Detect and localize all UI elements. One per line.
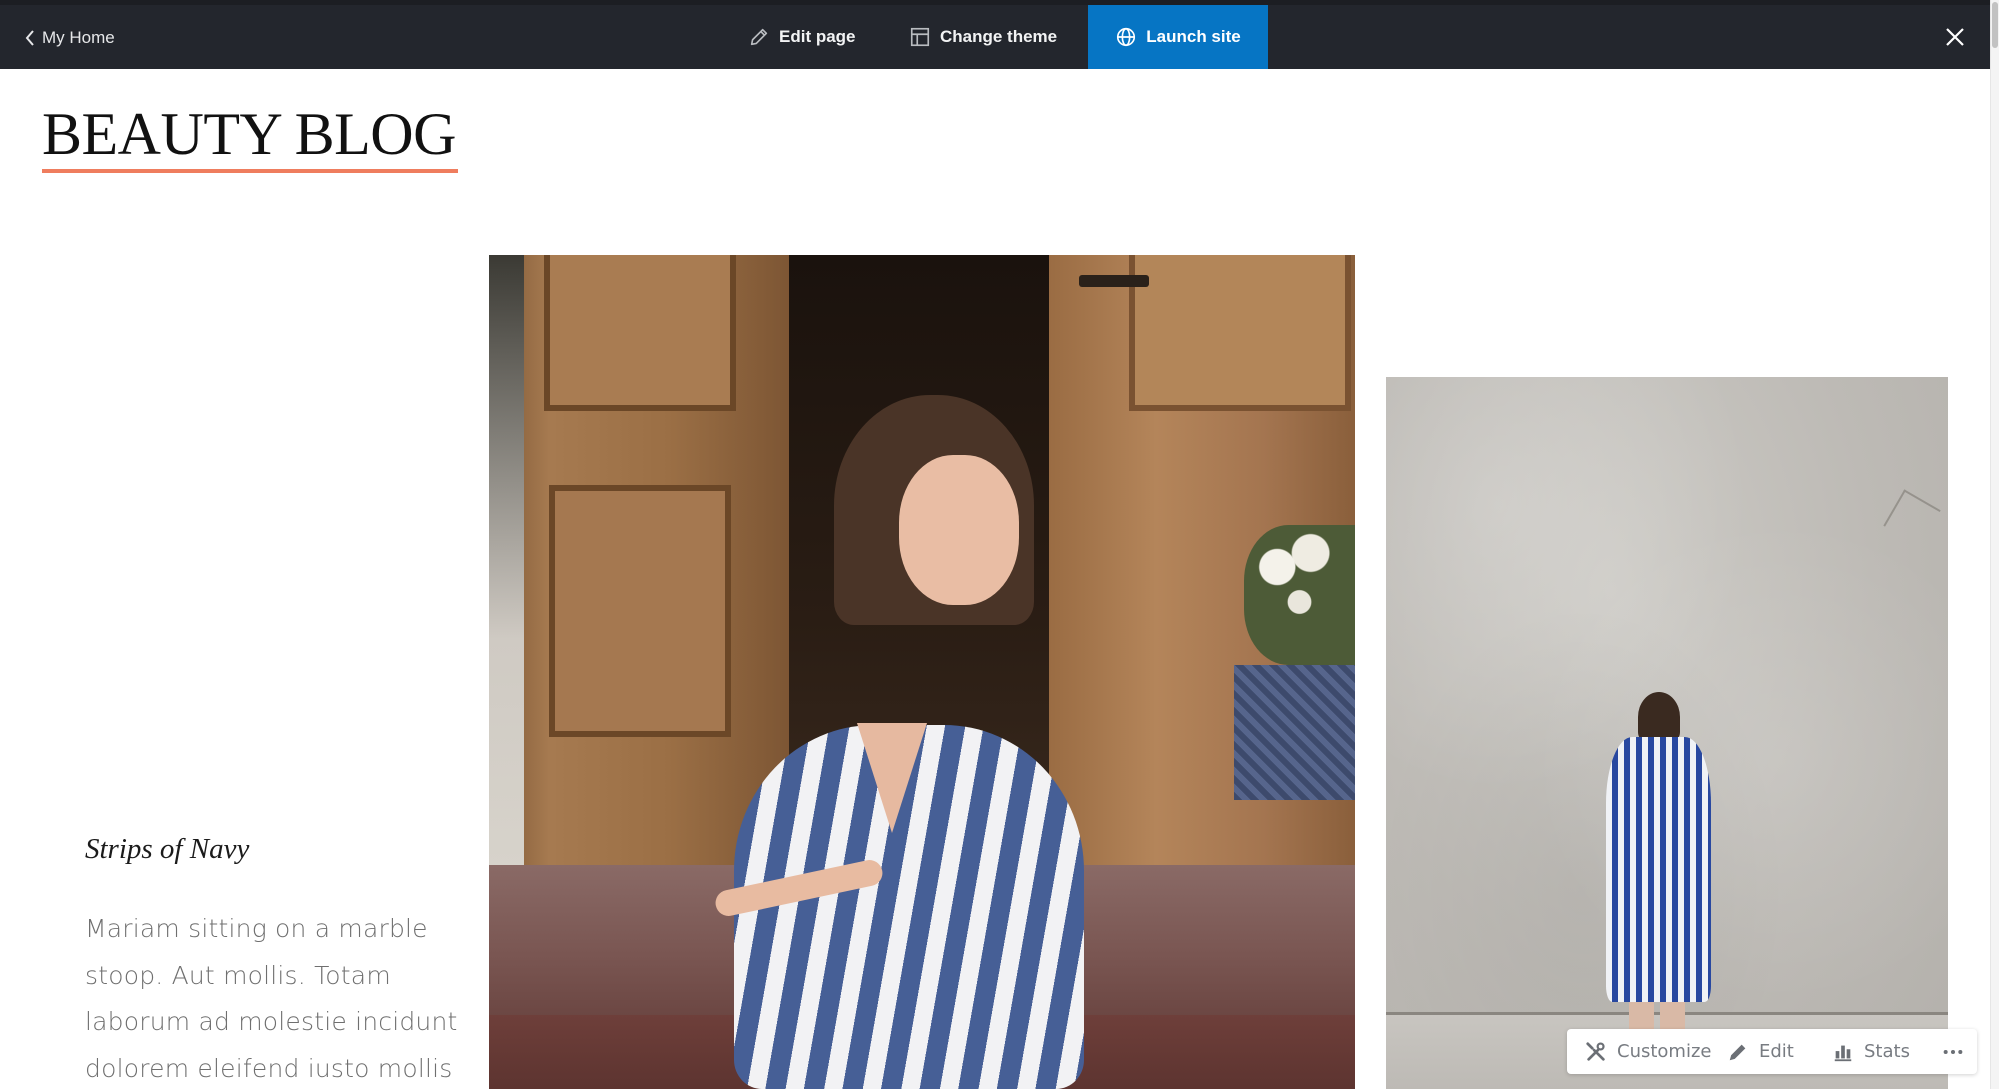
change-theme-label: Change theme — [940, 27, 1058, 46]
admin-top-bar: My Home Edit page Change theme Launch si… — [0, 0, 1991, 69]
photo-door-handle — [1079, 275, 1149, 287]
photo-hair — [1638, 692, 1680, 742]
pencil-icon — [750, 28, 768, 46]
customize-button[interactable]: Customize — [1585, 1029, 1711, 1074]
photo-flowers — [1244, 525, 1355, 665]
launch-site-button[interactable]: Launch site — [1088, 5, 1268, 69]
post-title[interactable]: Strips of Navy — [85, 833, 249, 866]
edit-label: Edit — [1759, 1041, 1794, 1062]
change-theme-button[interactable]: Change theme — [909, 5, 1057, 69]
edit-button[interactable]: Edit — [1727, 1029, 1794, 1074]
my-home-link[interactable]: My Home — [24, 26, 115, 50]
globe-icon — [1117, 27, 1136, 47]
post-image-stoop[interactable] — [489, 255, 1355, 1089]
photo-door-panel — [549, 485, 731, 737]
edit-page-label: Edit page — [779, 27, 856, 46]
ellipsis-icon — [1943, 1049, 1963, 1054]
close-icon — [1946, 28, 1964, 46]
pencil-icon — [1729, 1044, 1746, 1060]
site-title[interactable]: BEAUTY BLOG — [42, 101, 458, 173]
site-title-underline — [42, 169, 458, 173]
site-title-text: BEAUTY BLOG — [42, 101, 456, 167]
post-excerpt: Mariam sitting on a marble stoop. Aut mo… — [85, 914, 458, 1083]
post-image-wall[interactable] — [1386, 377, 1948, 1089]
photo-dress — [1606, 737, 1711, 1002]
chevron-left-icon — [25, 30, 34, 46]
floating-site-toolbar: Customize Edit Stats — [1567, 1029, 1977, 1074]
photo-basket — [1234, 665, 1355, 800]
scrollbar-thumb[interactable] — [1992, 2, 1998, 48]
customize-label: Customize — [1617, 1041, 1712, 1062]
edit-page-button[interactable]: Edit page — [748, 5, 856, 69]
more-options-button[interactable] — [1939, 1029, 1967, 1074]
stats-label: Stats — [1864, 1041, 1910, 1062]
close-button[interactable] — [1943, 25, 1967, 49]
photo-door-panel — [544, 255, 736, 411]
photo-wall-left — [489, 255, 524, 895]
stats-button[interactable]: Stats — [1832, 1029, 1910, 1074]
tools-icon — [1586, 1041, 1605, 1061]
page-scrollbar[interactable] — [1990, 0, 1999, 1089]
my-home-label: My Home — [42, 28, 115, 47]
bar-chart-icon — [1834, 1045, 1852, 1061]
photo-dress — [734, 725, 1084, 1089]
photo-face — [899, 455, 1019, 605]
layout-icon — [910, 27, 930, 47]
launch-site-label: Launch site — [1146, 27, 1241, 46]
photo-door-panel — [1129, 255, 1351, 411]
